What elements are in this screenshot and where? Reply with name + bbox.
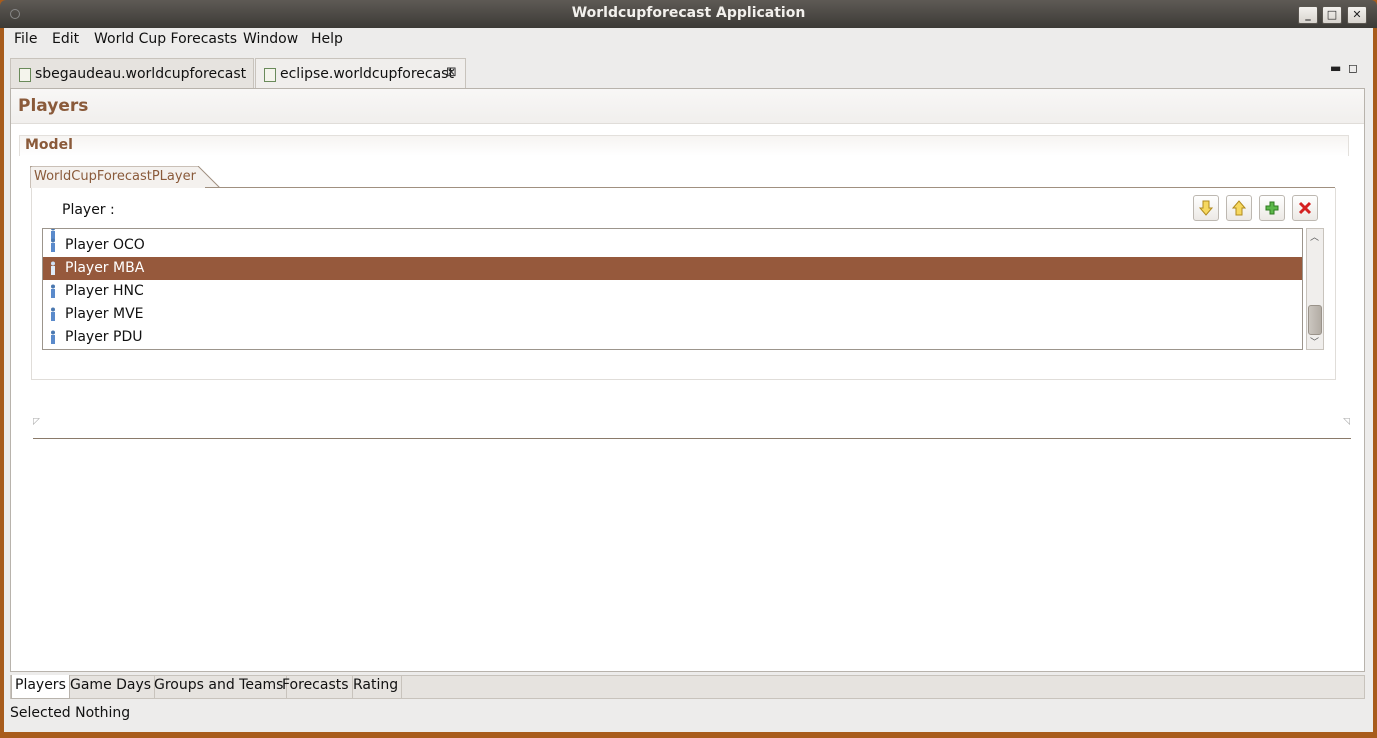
move-down-button[interactable] bbox=[1193, 195, 1219, 221]
list-item-label: Player MVE bbox=[65, 306, 144, 322]
menu-window[interactable]: Window bbox=[243, 31, 298, 47]
player-icon bbox=[51, 330, 55, 344]
editor-tab-eclipse[interactable]: eclipse.worldcupforecast ⊠ bbox=[255, 58, 466, 88]
minimize-button[interactable]: _ bbox=[1298, 6, 1318, 24]
maximize-view-icon[interactable]: ◻ bbox=[1348, 61, 1358, 75]
list-item-label: Player OCO bbox=[65, 237, 145, 253]
section-title: Model bbox=[25, 137, 73, 153]
title-bar[interactable]: Worldcupforecast Application _ □ ✕ bbox=[0, 0, 1377, 28]
tab-game-days[interactable]: Game Days bbox=[67, 675, 156, 699]
editor-area: Players Model WorldCupForecastPLayer Pla… bbox=[10, 88, 1365, 672]
menu-bar: File Edit World Cup Forecasts Window Hel… bbox=[4, 28, 1373, 52]
corner-mark: ◸ bbox=[33, 417, 40, 427]
menu-edit[interactable]: Edit bbox=[52, 31, 79, 47]
list-item[interactable]: Player OCO bbox=[43, 234, 1302, 257]
list-item-selected[interactable]: Player MBA bbox=[43, 257, 1302, 280]
application-window: Worldcupforecast Application _ □ ✕ File … bbox=[0, 0, 1377, 738]
status-bar-text: Selected Nothing bbox=[10, 705, 131, 721]
window-title: Worldcupforecast Application bbox=[571, 5, 806, 21]
close-window-button[interactable]: ✕ bbox=[1347, 6, 1367, 24]
page-tab-bar: Players Game Days Groups and Teams Forec… bbox=[10, 675, 1365, 699]
maximize-button[interactable]: □ bbox=[1322, 6, 1342, 24]
menu-file[interactable]: File bbox=[14, 31, 37, 47]
player-icon bbox=[51, 238, 55, 252]
file-icon bbox=[264, 68, 276, 82]
editor-tab-label: sbegaudeau.worldcupforecast bbox=[35, 66, 247, 82]
player-icon bbox=[51, 307, 55, 321]
list-item[interactable]: Player HNC bbox=[43, 280, 1302, 303]
player-list[interactable]: Player OCO Player MBA Player HNC Player … bbox=[42, 228, 1303, 350]
editor-tab-label: eclipse.worldcupforecast bbox=[280, 66, 454, 82]
scroll-down-icon[interactable]: ﹀ bbox=[1310, 335, 1319, 348]
menu-help[interactable]: Help bbox=[311, 31, 343, 47]
player-icon bbox=[51, 261, 55, 275]
tab-forecasts[interactable]: Forecasts bbox=[279, 675, 353, 699]
delete-icon bbox=[1298, 201, 1312, 215]
file-icon bbox=[19, 68, 31, 82]
minimize-view-icon[interactable]: ▬ bbox=[1330, 61, 1341, 75]
separator bbox=[33, 438, 1351, 439]
client-area: File Edit World Cup Forecasts Window Hel… bbox=[4, 28, 1373, 732]
list-item-label: Player MBA bbox=[65, 260, 145, 276]
editor-tab-sbegaudeau[interactable]: sbegaudeau.worldcupforecast bbox=[10, 58, 254, 88]
page-title: Players bbox=[18, 96, 89, 116]
tab-rating[interactable]: Rating bbox=[350, 675, 403, 699]
list-scrollbar[interactable]: ︿ ﹀ bbox=[1306, 228, 1324, 350]
list-item[interactable]: Player MVE bbox=[43, 303, 1302, 326]
scrollbar-thumb[interactable] bbox=[1308, 305, 1322, 335]
player-icon bbox=[51, 284, 55, 298]
close-tab-icon[interactable]: ⊠ bbox=[446, 65, 457, 80]
plus-icon bbox=[1265, 201, 1279, 215]
add-button[interactable] bbox=[1259, 195, 1285, 221]
tab-groups-and-teams[interactable]: Groups and Teams bbox=[151, 675, 288, 699]
list-item-label: Player PDU bbox=[65, 329, 143, 345]
subtab-label: WorldCupForecastPLayer bbox=[34, 169, 196, 184]
delete-button[interactable] bbox=[1292, 195, 1318, 221]
arrow-up-icon bbox=[1231, 200, 1247, 216]
list-item-label: Player HNC bbox=[65, 283, 144, 299]
scroll-up-icon[interactable]: ︿ bbox=[1310, 230, 1319, 243]
menu-world-cup-forecasts[interactable]: World Cup Forecasts bbox=[94, 31, 237, 47]
section-header[interactable]: Model bbox=[19, 135, 1349, 156]
move-up-button[interactable] bbox=[1226, 195, 1252, 221]
player-label: Player : bbox=[62, 202, 115, 218]
tab-players[interactable]: Players bbox=[11, 675, 70, 699]
editor-tab-bar: sbegaudeau.worldcupforecast eclipse.worl… bbox=[4, 56, 1373, 88]
list-item[interactable]: Player PDU bbox=[43, 326, 1302, 349]
form-header: Players bbox=[11, 89, 1364, 124]
corner-mark: ◹ bbox=[1343, 417, 1350, 427]
arrow-down-icon bbox=[1198, 200, 1214, 216]
